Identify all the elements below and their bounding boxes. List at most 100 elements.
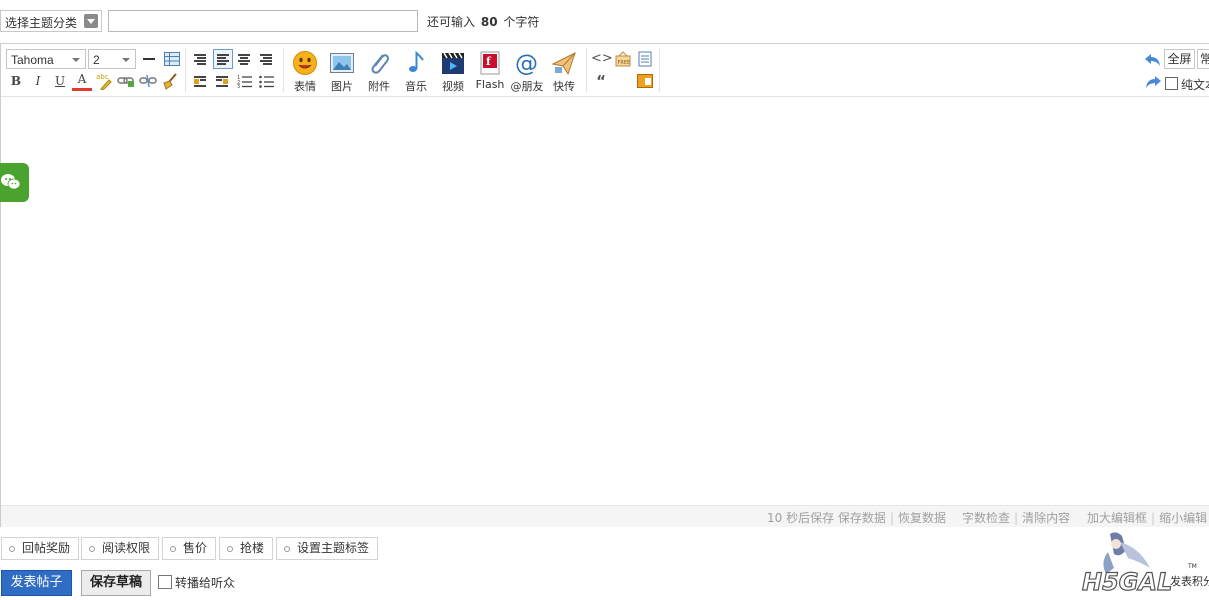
free-content-button[interactable]: FREE bbox=[613, 49, 633, 69]
italic-button[interactable]: I bbox=[28, 71, 48, 91]
word-check-link[interactable]: 字数检查 bbox=[962, 511, 1010, 525]
quick-send-label: 快传 bbox=[553, 80, 575, 93]
read-permission-option[interactable]: 阅读权限 bbox=[81, 537, 160, 560]
floor-grab-option[interactable]: 抢楼 bbox=[219, 537, 274, 560]
quick-send-button[interactable]: 快传 bbox=[544, 50, 584, 94]
undo-icon bbox=[1145, 54, 1160, 66]
category-select[interactable]: 选择主题分类 bbox=[0, 10, 102, 32]
save-draft-button[interactable]: 保存草稿 bbox=[81, 570, 151, 596]
at-icon: @ bbox=[515, 51, 538, 76]
float-right-button[interactable] bbox=[213, 71, 233, 91]
content-edit-area[interactable] bbox=[1, 97, 1209, 505]
font-family-select[interactable]: Tahoma bbox=[6, 49, 86, 69]
page-break-button[interactable] bbox=[635, 49, 655, 69]
enlarge-editor-link[interactable]: 加大编辑框 bbox=[1087, 511, 1147, 525]
char-hint-suffix: 个字符 bbox=[503, 15, 540, 29]
plaintext-checkbox[interactable] bbox=[1165, 77, 1178, 90]
image-label: 图片 bbox=[331, 80, 353, 93]
mention-button[interactable]: @ @朋友 bbox=[507, 50, 547, 94]
code-icon: <> bbox=[591, 51, 613, 66]
bold-button[interactable]: B bbox=[6, 71, 26, 91]
shrink-editor-link[interactable]: 缩小编辑 bbox=[1159, 511, 1207, 525]
wechat-share-tab[interactable] bbox=[0, 163, 29, 202]
bullet-list-icon bbox=[259, 75, 274, 88]
flash-button[interactable]: f Flash bbox=[470, 50, 510, 94]
fullscreen-button[interactable]: 全屏 bbox=[1164, 49, 1195, 69]
float-left-button[interactable] bbox=[191, 71, 211, 91]
char-count: 80 bbox=[480, 15, 498, 29]
topic-tag-option[interactable]: 设置主题标签 bbox=[276, 537, 379, 560]
unordered-list-button[interactable] bbox=[257, 71, 277, 91]
watermark-tm: TM bbox=[1187, 563, 1197, 570]
quote-button[interactable]: “ bbox=[591, 71, 611, 91]
unlink-icon bbox=[139, 74, 157, 88]
svg-text:FREE: FREE bbox=[618, 60, 631, 66]
editor-toolbar: Tahoma 2 B I U A abc 1 2 3 表情 图片 附件 音乐 视… bbox=[1, 44, 1209, 97]
font-color-button[interactable]: A bbox=[72, 71, 92, 91]
mention-label: @朋友 bbox=[510, 80, 544, 93]
site-logo-watermark: H5GAL TM bbox=[1081, 532, 1197, 597]
restore-data-link[interactable]: 恢复数据 bbox=[898, 511, 946, 525]
reply-reward-option[interactable]: 回帖奖励 bbox=[1, 537, 80, 560]
price-option[interactable]: 售价 bbox=[162, 537, 217, 560]
publish-button[interactable]: 发表帖子 bbox=[1, 570, 72, 596]
save-data-link[interactable]: 保存数据 bbox=[838, 511, 886, 525]
smiley-icon bbox=[293, 51, 317, 75]
insert-media-button[interactable] bbox=[635, 71, 655, 91]
music-button[interactable]: 音乐 bbox=[396, 50, 436, 94]
broadcast-checkbox[interactable] bbox=[158, 575, 172, 589]
paper-plane-icon bbox=[551, 52, 576, 76]
redo-button[interactable] bbox=[1143, 72, 1163, 92]
align-center-button[interactable] bbox=[235, 49, 255, 69]
attachment-button[interactable]: 附件 bbox=[359, 50, 399, 94]
highlight-button[interactable]: abc bbox=[94, 71, 114, 91]
toolbar-separator bbox=[586, 48, 587, 92]
video-clapper-icon bbox=[442, 52, 464, 74]
clear-format-button[interactable] bbox=[160, 71, 180, 91]
toolbar-separator bbox=[185, 48, 186, 92]
align-right-button[interactable] bbox=[257, 49, 277, 69]
emoticon-button[interactable]: 表情 bbox=[285, 50, 325, 94]
clear-content-link[interactable]: 清除内容 bbox=[1022, 511, 1070, 525]
svg-text:abc: abc bbox=[96, 73, 109, 81]
link-icon bbox=[117, 77, 134, 87]
image-button[interactable]: 图片 bbox=[322, 50, 362, 94]
broom-icon bbox=[163, 73, 177, 90]
hr-icon bbox=[143, 58, 155, 60]
video-label: 视频 bbox=[442, 80, 464, 93]
unlink-button[interactable] bbox=[138, 71, 158, 91]
watermark-caption: 发表积分 bbox=[1170, 575, 1209, 588]
title-input[interactable] bbox=[108, 10, 418, 32]
underline-button[interactable]: U bbox=[50, 71, 70, 91]
font-size-select[interactable]: 2 bbox=[88, 49, 136, 69]
redo-icon bbox=[1146, 76, 1161, 88]
font-family-value: Tahoma bbox=[11, 53, 54, 67]
plaintext-label: 纯文本 bbox=[1181, 78, 1209, 92]
link-button[interactable] bbox=[116, 71, 136, 91]
code-button[interactable]: <> bbox=[591, 49, 613, 69]
autosave-timer: 10 秒后保存 bbox=[767, 511, 835, 525]
ordered-list-icon: 123 bbox=[237, 75, 252, 88]
ordered-list-button[interactable]: 123 bbox=[235, 71, 255, 91]
category-select-label: 选择主题分类 bbox=[5, 16, 78, 30]
flash-label: Flash bbox=[475, 78, 505, 91]
emoticon-label: 表情 bbox=[294, 80, 316, 93]
toolbar-separator bbox=[283, 48, 284, 92]
undo-button[interactable] bbox=[1143, 50, 1163, 70]
music-note-icon bbox=[409, 50, 424, 72]
wechat-icon bbox=[1, 174, 21, 190]
page-icon bbox=[638, 51, 652, 67]
horizontal-rule-button[interactable] bbox=[139, 49, 159, 69]
table-icon bbox=[164, 52, 180, 66]
align-justify-button[interactable] bbox=[191, 49, 211, 69]
char-hint-prefix: 还可输入 bbox=[427, 15, 476, 29]
char-count-hint: 还可输入 80 个字符 bbox=[427, 13, 539, 30]
free-tag-icon: FREE bbox=[615, 51, 631, 67]
chevron-down-icon bbox=[72, 58, 80, 62]
align-left-button[interactable] bbox=[213, 49, 233, 69]
editor-statusbar: 10 秒后保存 保存数据 | 恢复数据 字数检查 | 清除内容 加大编辑框 | 缩小编辑 bbox=[1, 505, 1209, 527]
table-button[interactable] bbox=[162, 49, 182, 69]
video-button[interactable]: 视频 bbox=[433, 50, 473, 94]
font-size-value: 2 bbox=[93, 53, 100, 67]
common-mode-button[interactable]: 常 bbox=[1197, 49, 1209, 69]
